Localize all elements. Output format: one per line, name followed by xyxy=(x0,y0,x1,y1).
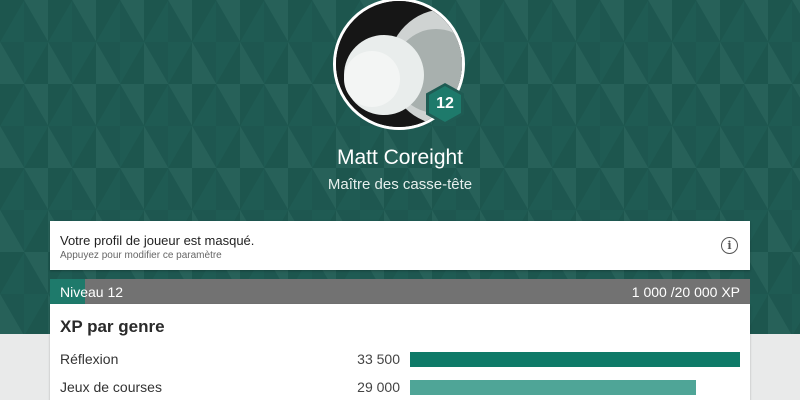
privacy-notice-subtitle: Appuyez pour modifier ce paramètre xyxy=(60,250,222,261)
level-progress-bar: Niveau 12 1 000 /20 000 XP xyxy=(50,279,750,304)
player-title: Maître des casse-tête xyxy=(327,176,473,193)
genre-xp-value: 33 500 xyxy=(357,351,400,367)
privacy-notice-title: Votre profil de joueur est masqué. xyxy=(60,233,255,248)
genre-xp-bar xyxy=(410,352,740,367)
xp-by-genre-title: XP par genre xyxy=(60,317,165,336)
genre-row: Réflexion 33 500 xyxy=(50,348,750,370)
avatar-container[interactable]: 12 xyxy=(333,0,467,132)
xp-by-genre-card: XP par genre Réflexion 33 500 Jeux de co… xyxy=(50,304,750,400)
genre-row: Jeux de courses 29 000 xyxy=(50,376,750,398)
genre-xp-value: 29 000 xyxy=(357,379,400,395)
genre-bar-track xyxy=(410,352,740,367)
privacy-notice-card[interactable]: Votre profil de joueur est masqué. Appuy… xyxy=(50,221,750,270)
genre-name: Jeux de courses xyxy=(60,379,162,395)
info-icon[interactable]: i xyxy=(721,237,738,254)
genre-xp-bar xyxy=(410,380,696,395)
level-xp-text: 1 000 /20 000 XP xyxy=(631,284,740,300)
genre-bar-track xyxy=(410,380,740,395)
genre-name: Réflexion xyxy=(60,351,119,367)
level-label: Niveau 12 xyxy=(60,284,124,300)
player-name: Matt Coreight xyxy=(336,146,464,169)
